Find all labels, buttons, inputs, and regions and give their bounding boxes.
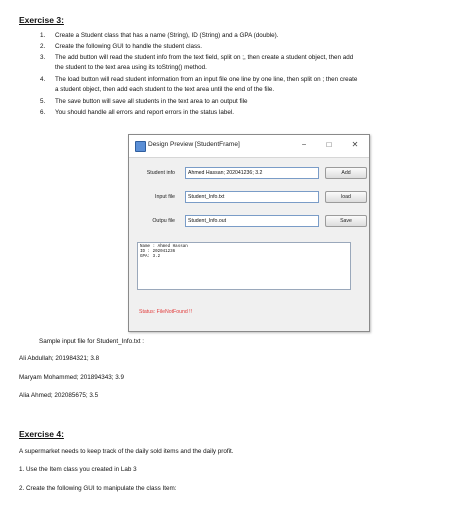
list-item: 2. Create the following GUI to handle th… bbox=[40, 42, 452, 52]
minimize-icon[interactable]: − bbox=[297, 139, 311, 151]
list-number: 5. bbox=[40, 98, 46, 105]
load-button[interactable]: load bbox=[325, 191, 367, 203]
add-button[interactable]: Add bbox=[325, 167, 367, 179]
students-text-area[interactable]: Name : Ahmed Hassan ID : 202041236 GPA: … bbox=[137, 242, 351, 290]
list-number: 6. bbox=[40, 109, 46, 116]
list-item: 1. Create a Student class that has a nam… bbox=[40, 31, 452, 41]
maximize-icon[interactable]: □ bbox=[322, 139, 336, 151]
list-number: 2. bbox=[40, 43, 46, 50]
list-item: 3. The add button will read the student … bbox=[40, 53, 452, 73]
exercise-3-heading: Exercise 3: bbox=[19, 15, 64, 25]
list-text: The save button will save all students i… bbox=[55, 98, 248, 105]
save-button[interactable]: Save bbox=[325, 215, 367, 227]
java-app-icon bbox=[135, 141, 146, 152]
list-text: You should handle all errors and report … bbox=[55, 109, 234, 116]
list-text: a student object, then add each student … bbox=[55, 86, 275, 93]
output-file-field[interactable]: Student_Info.out bbox=[185, 215, 319, 227]
list-text: The add button will read the student inf… bbox=[55, 54, 354, 61]
student-info-label: Student info bbox=[146, 170, 175, 176]
list-text: Create a Student class that has a name (… bbox=[55, 32, 279, 39]
exercise-4-heading: Exercise 4: bbox=[19, 429, 64, 439]
student-frame-window: Design Preview [StudentFrame] − □ ✕ Stud… bbox=[128, 134, 370, 332]
exercise-4-item: 1. Use the Item class you created in Lab… bbox=[19, 466, 137, 473]
list-number: 3. bbox=[40, 54, 46, 61]
input-file-label: Input file bbox=[154, 194, 175, 200]
list-number: 4. bbox=[40, 76, 46, 83]
close-icon[interactable]: ✕ bbox=[348, 139, 362, 151]
sample-line: Maryam Mohammed; 201894343; 3.9 bbox=[19, 374, 125, 381]
window-title: Design Preview [StudentFrame] bbox=[148, 141, 240, 148]
sample-caption: Sample input file for Student_Info.txt : bbox=[39, 338, 145, 345]
status-label: Status: FileNotFound !! bbox=[139, 309, 193, 315]
list-item: 6. You should handle all errors and repo… bbox=[40, 108, 452, 118]
student-info-field[interactable]: Ahmed Hassan; 202041236; 3.2 bbox=[185, 167, 319, 179]
text-area-line: GPA: 3.2 bbox=[140, 255, 161, 259]
list-text: The load button will read student inform… bbox=[55, 76, 358, 83]
exercise-4-intro: A supermarket needs to keep track of the… bbox=[19, 448, 234, 455]
input-file-field[interactable]: Student_Info.txt bbox=[185, 191, 319, 203]
title-bar[interactable]: Design Preview [StudentFrame] − □ ✕ bbox=[129, 135, 369, 157]
list-item: 4. The load button will read student inf… bbox=[40, 75, 452, 95]
list-number: 1. bbox=[40, 32, 46, 39]
exercise-4-item: 2. Create the following GUI to manipulat… bbox=[19, 485, 177, 492]
list-text: the student to the text area using its t… bbox=[55, 64, 207, 71]
sample-line: Alia Ahmed; 202085675; 3.5 bbox=[19, 392, 99, 399]
list-item: 5. The save button will save all student… bbox=[40, 97, 452, 107]
sample-line: Ali Abdullah; 201984321; 3.8 bbox=[19, 355, 100, 362]
window-content: Student info Ahmed Hassan; 202041236; 3.… bbox=[129, 157, 369, 331]
output-file-label: Outpu file bbox=[152, 218, 175, 224]
list-text: Create the following GUI to handle the s… bbox=[55, 43, 203, 50]
